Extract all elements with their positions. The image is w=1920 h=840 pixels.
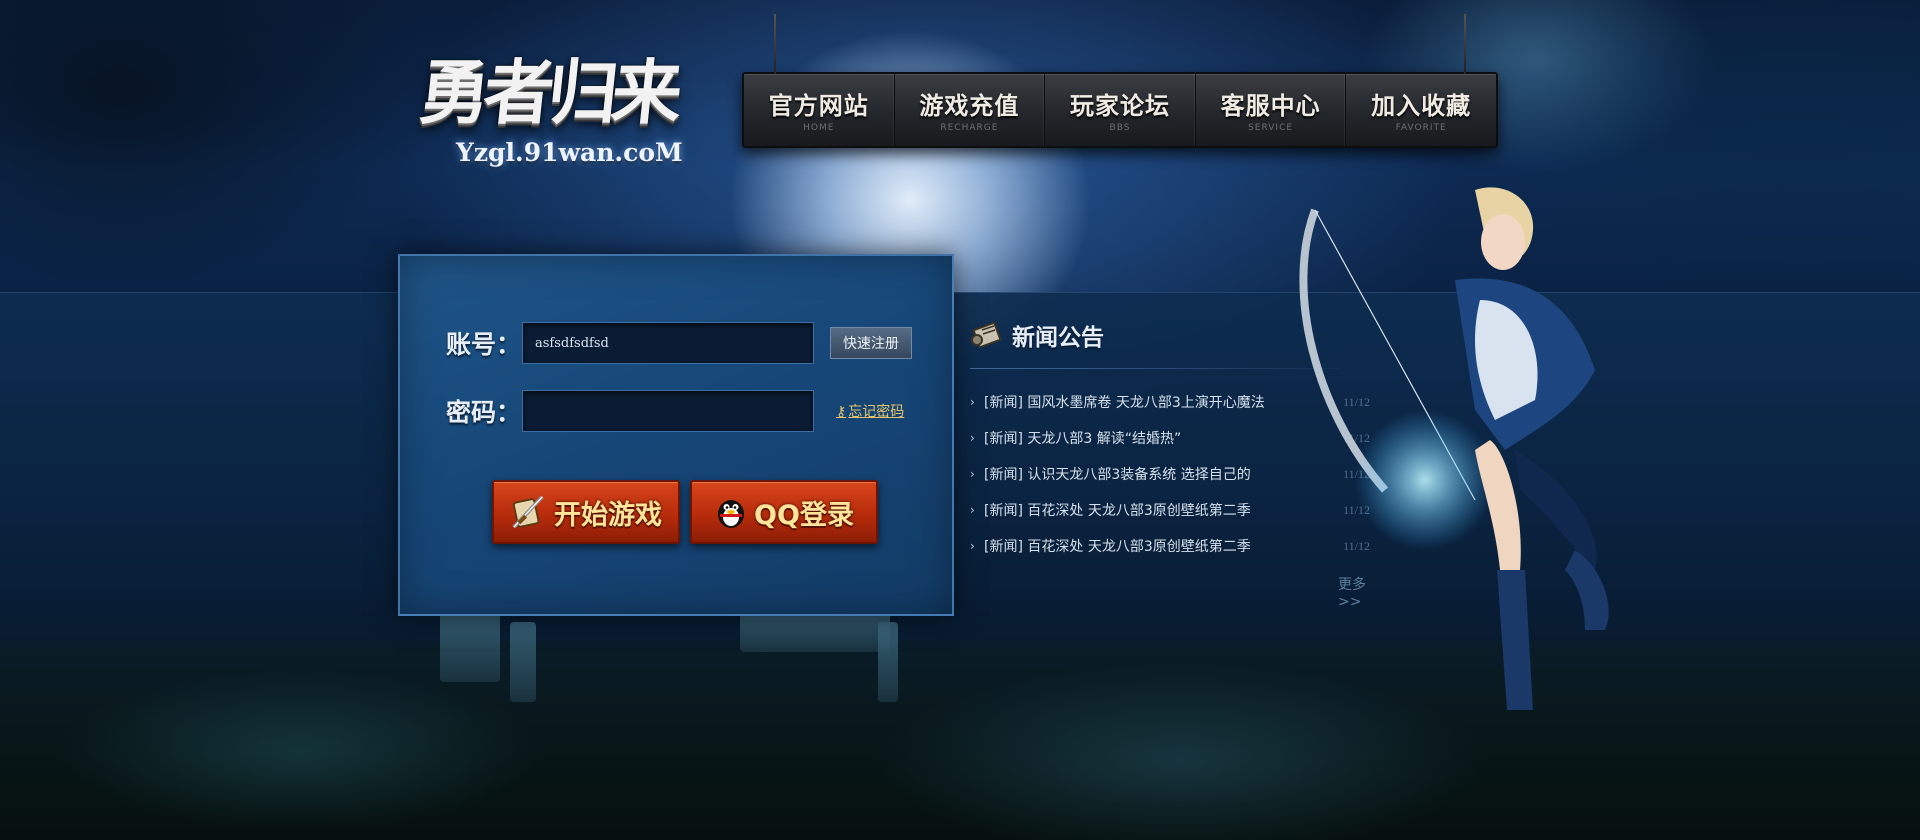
stone-pillars-decoration [420,612,910,702]
chevron-right-icon: › [970,467,975,481]
nav-item-bbs[interactable]: 玩家论坛 BBS [1045,74,1196,146]
logo-title: 勇者归来 [415,52,681,134]
top-nav: 官方网站 HOME 游戏充值 RECHARGE 玩家论坛 BBS 客服中心 SE… [742,14,1498,148]
nav-label: 客服中心 [1220,92,1321,120]
nav-item-service[interactable]: 客服中心 SERVICE [1196,74,1347,146]
nav-label: 玩家论坛 [1069,92,1170,120]
qq-login-button[interactable]: QQ登录 [690,480,878,544]
qq-login-label: QQ登录 [754,499,854,531]
chain-decoration [1464,14,1466,74]
nav-label: 加入收藏 [1371,92,1472,120]
chevron-right-icon: › [970,539,975,553]
qq-penguin-icon [718,500,745,528]
quick-register-button[interactable]: 快速注册 [830,327,912,359]
account-input[interactable] [522,322,814,364]
nav-sublabel: FAVORITE [1395,123,1447,133]
scroll-icon [971,321,1002,349]
start-game-button[interactable]: 开始游戏 [492,480,680,544]
start-game-label: 开始游戏 [554,499,662,531]
news-title: 新闻公告 [1012,325,1104,351]
nav-sublabel: BBS [1109,123,1131,133]
nav-sublabel: SERVICE [1248,123,1294,133]
account-label: 账号： [446,330,522,359]
nav-item-recharge[interactable]: 游戏充值 RECHARGE [895,74,1046,146]
game-logo: 勇者归来 Yzgl.91wan.coM [416,52,710,182]
chevron-right-icon: › [970,431,975,445]
key-icon: ⚷ [836,404,847,420]
forgot-password-link[interactable]: ⚷ 忘记密码 [836,401,904,421]
chain-decoration [774,14,776,74]
account-row: 账号： 快速注册 [446,322,912,364]
nav-item-home[interactable]: 官方网站 HOME [744,74,895,146]
logo-url: Yzgl.91wan.coM [456,138,683,167]
forgot-password-label: 忘记密码 [848,404,905,420]
password-row: 密码： ⚷ 忘记密码 [446,390,904,432]
nav-sublabel: HOME [803,123,835,133]
password-input[interactable] [522,390,814,432]
nav-sublabel: RECHARGE [940,123,999,133]
nav-label: 官方网站 [768,92,869,120]
login-panel: 账号： 快速注册 密码： ⚷忘记密码 开始游戏 QQ登录 [398,254,954,616]
sword-icon [512,495,544,529]
news-header: 新闻公告 [970,318,1104,352]
chevron-right-icon: › [970,395,975,409]
nav-item-favorite[interactable]: 加入收藏 FAVORITE [1346,74,1496,146]
nav-label: 游戏充值 [919,92,1020,120]
password-label: 密码： [446,398,522,427]
chevron-right-icon: › [970,503,975,517]
archer-character-art [1299,187,1609,710]
